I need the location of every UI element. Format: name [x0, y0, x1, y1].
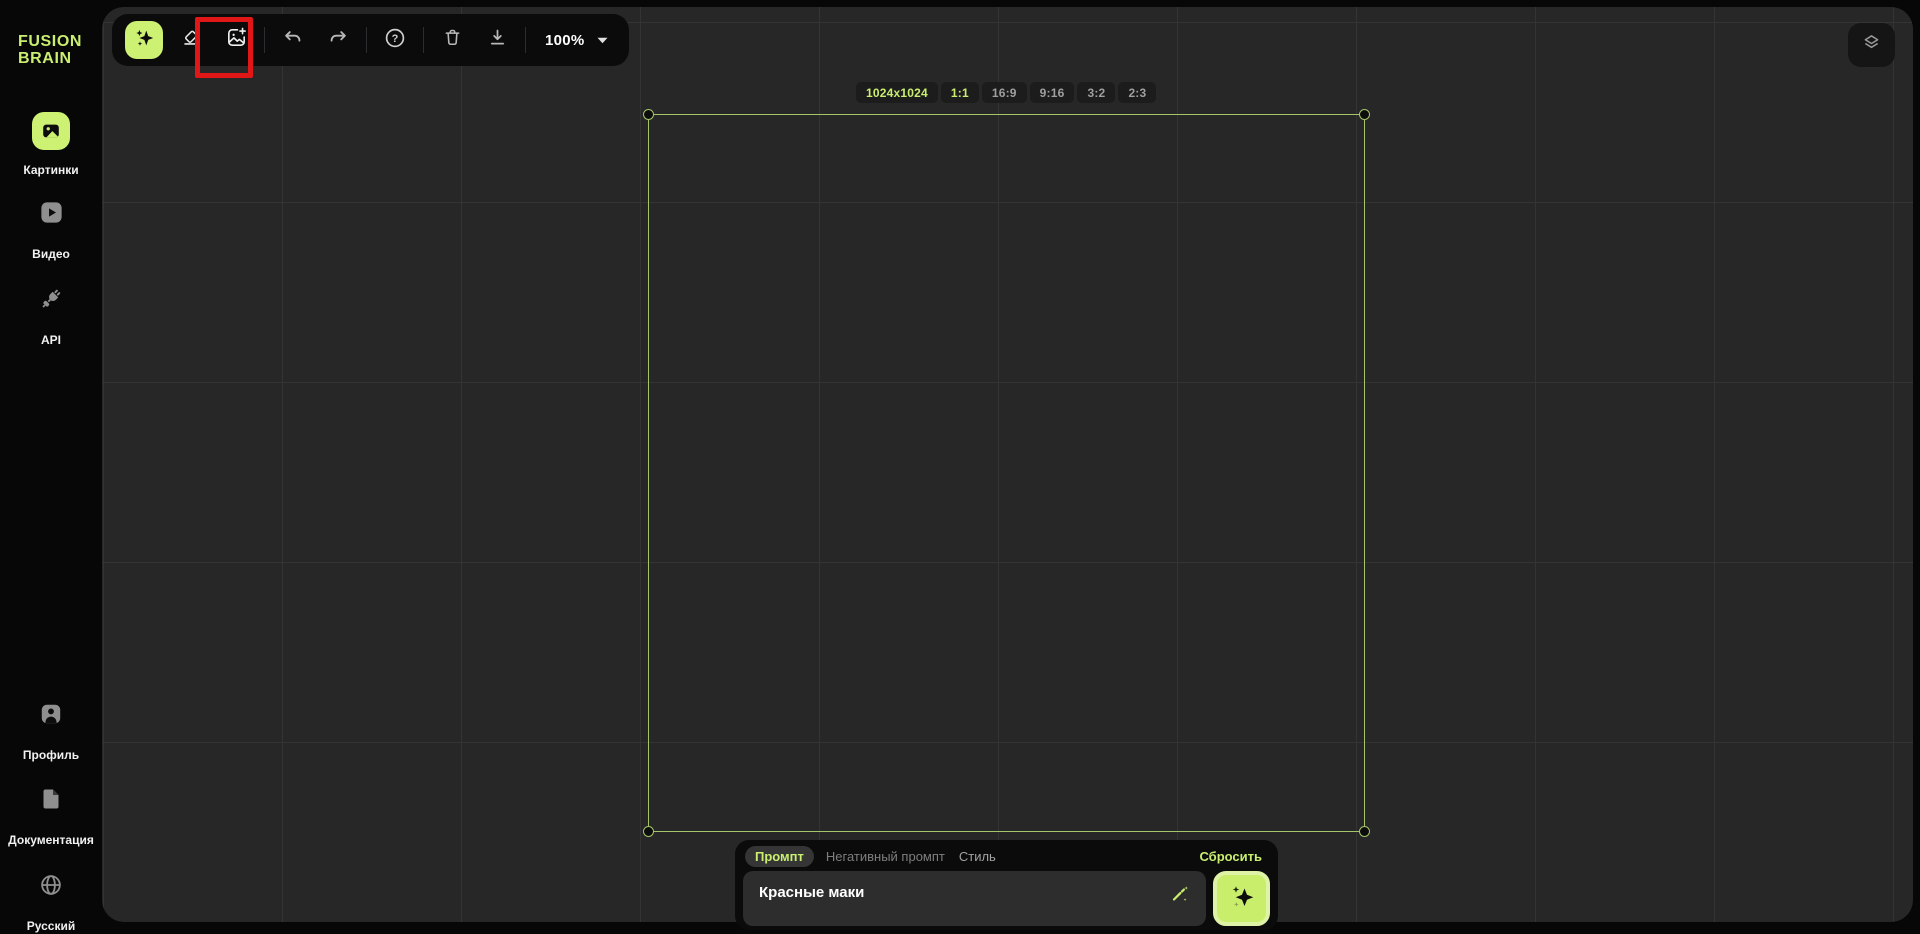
toolbar-divider: [525, 27, 526, 53]
profile-icon: [38, 701, 64, 732]
sidebar-item-label: Видео: [32, 247, 70, 261]
prompt-input-container: [743, 871, 1206, 926]
prompt-input-row: [743, 871, 1270, 926]
tab-negative-prompt[interactable]: Негативный промпт: [826, 849, 945, 864]
images-icon: [32, 112, 70, 150]
size-options-row: 1024x1024 1:1 16:9 9:16 3:2 2:3: [856, 82, 1156, 103]
selection-handle-top-left[interactable]: [643, 109, 654, 120]
sidebar-item-label: Русский: [27, 919, 76, 933]
eraser-tool-button[interactable]: [174, 21, 208, 59]
trash-icon: [442, 27, 463, 53]
download-button[interactable]: [480, 21, 514, 59]
redo-icon: [327, 27, 349, 54]
sidebar-item-images[interactable]: Картинки: [0, 112, 102, 177]
svg-text:?: ?: [392, 33, 399, 45]
video-icon: [38, 199, 65, 231]
canvas-selection-box[interactable]: [648, 114, 1365, 832]
sparkles-icon: [133, 27, 155, 54]
prompt-panel: Промпт Негативный промпт Стиль Сбросить: [735, 840, 1278, 930]
sidebar-item-label: Документация: [8, 833, 94, 847]
sidebar: FUSION BRAIN Картинки: [0, 0, 102, 934]
sidebar-item-video[interactable]: Видео: [0, 196, 102, 261]
plug-icon: [37, 285, 65, 318]
reset-button[interactable]: Сбросить: [1199, 849, 1262, 864]
tab-style[interactable]: Стиль: [959, 849, 996, 864]
tab-prompt[interactable]: Промпт: [745, 846, 814, 867]
prompt-tabs: Промпт Негативный промпт Стиль Сбросить: [743, 846, 1270, 867]
sidebar-item-label: Картинки: [23, 163, 78, 177]
document-icon: [39, 786, 63, 817]
prompt-input[interactable]: [759, 881, 1166, 901]
layers-icon: [1861, 32, 1882, 58]
help-button[interactable]: ?: [378, 21, 412, 59]
sidebar-item-documentation[interactable]: Документация: [0, 782, 102, 847]
sidebar-item-label: API: [41, 333, 61, 347]
ratio-pill-3-2[interactable]: 3:2: [1077, 82, 1115, 103]
globe-icon: [38, 872, 64, 903]
redo-button[interactable]: [321, 21, 355, 59]
brand-logo-line1: FUSION: [18, 33, 82, 50]
size-pill-1024[interactable]: 1024x1024: [856, 82, 938, 103]
ratio-pill-2-3[interactable]: 2:3: [1118, 82, 1156, 103]
toolbar-divider: [264, 27, 265, 53]
toolbar: ? 100%: [112, 14, 629, 66]
app-window: 1024x1024 1:1 16:9 9:16 3:2 2:3: [0, 0, 1920, 934]
enhance-prompt-button[interactable]: [1166, 881, 1192, 907]
sidebar-item-language[interactable]: Русский: [0, 868, 102, 933]
ratio-pill-9-16[interactable]: 9:16: [1030, 82, 1075, 103]
add-image-tool-button[interactable]: [219, 21, 253, 59]
chevron-down-icon: [597, 31, 608, 49]
selection-handle-top-right[interactable]: [1359, 109, 1370, 120]
undo-icon: [282, 27, 304, 54]
ratio-pill-1-1[interactable]: 1:1: [941, 82, 979, 103]
ratio-pill-16-9[interactable]: 16:9: [982, 82, 1027, 103]
sidebar-item-api[interactable]: API: [0, 282, 102, 347]
eraser-icon: [180, 27, 202, 54]
undo-button[interactable]: [276, 21, 310, 59]
help-icon: ?: [383, 26, 407, 55]
magic-select-tool-button[interactable]: [125, 21, 163, 59]
layers-button[interactable]: [1848, 23, 1895, 67]
sparkles-icon: [1227, 881, 1257, 916]
toolbar-divider: [366, 27, 367, 53]
zoom-level-dropdown[interactable]: 100%: [537, 31, 616, 49]
delete-button[interactable]: [435, 21, 469, 59]
sidebar-item-label: Профиль: [23, 748, 79, 762]
zoom-level-value: 100%: [545, 32, 585, 49]
selection-handle-bottom-left[interactable]: [643, 826, 654, 837]
generate-button[interactable]: [1213, 871, 1270, 926]
brand-logo[interactable]: FUSION BRAIN: [18, 33, 82, 67]
brand-logo-line2: BRAIN: [18, 50, 82, 67]
download-icon: [487, 27, 508, 53]
image-add-icon: [225, 26, 248, 54]
selection-handle-bottom-right[interactable]: [1359, 826, 1370, 837]
sidebar-item-profile[interactable]: Профиль: [0, 697, 102, 762]
toolbar-divider: [423, 27, 424, 53]
